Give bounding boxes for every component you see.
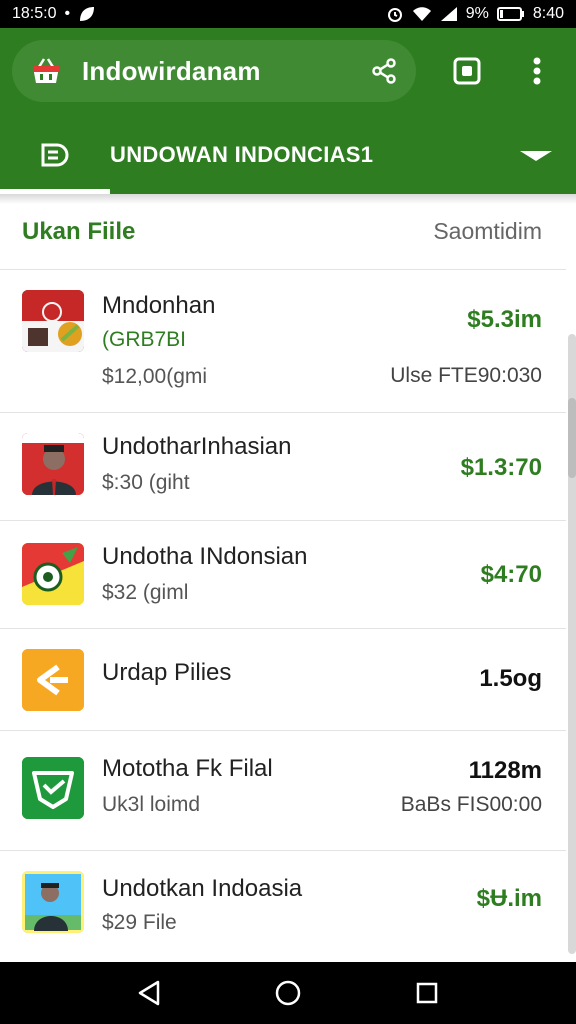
dropdown-icon	[520, 151, 552, 161]
title-bar[interactable]: Indowirdanam	[12, 40, 416, 102]
square-button[interactable]	[451, 55, 483, 87]
item-subtitle: $:30 (giht	[102, 471, 190, 494]
item-name: Undotkan Indoasia	[102, 875, 303, 902]
item-subtitle: $12,00(gmi	[102, 365, 208, 388]
item-name: Undotha INdonsian	[102, 543, 308, 570]
item-meta: BaBs FIS00:00	[400, 793, 542, 816]
more-vert-icon	[533, 57, 541, 85]
item-name: Mndonhan	[102, 292, 216, 319]
flag-food-icon	[22, 290, 84, 352]
item-subtitle: Uk3l loimd	[102, 793, 201, 816]
battery-icon	[496, 7, 524, 21]
item-code: (GRB7BI	[102, 328, 187, 351]
item-price: $Ʉ.im	[476, 885, 542, 912]
home-button[interactable]	[266, 971, 310, 1015]
share-icon[interactable]	[370, 57, 398, 85]
item-name: UndotharInhasian	[102, 433, 292, 460]
square-icon	[453, 57, 481, 85]
list-item[interactable]: Urdap Pilies 1.5og	[0, 629, 566, 731]
list-title: Ukan Fiile	[22, 217, 136, 245]
back-button[interactable]	[127, 971, 171, 1015]
app-title: Indowirdanam	[82, 55, 261, 86]
item-price: $4:70	[480, 561, 542, 588]
lens-logo-icon	[22, 543, 84, 605]
list-item[interactable]: Mototha Fk Filal Uk3l loimd 1128m BaBs F…	[0, 731, 566, 851]
item-meta: Ulse FTE90:030	[390, 364, 542, 387]
item-subtitle: $29 File	[102, 911, 177, 934]
recents-button[interactable]	[405, 971, 449, 1015]
list-item[interactable]: Undotha INdonsian $32 (giml $4:70	[0, 521, 566, 629]
recents-icon	[416, 982, 437, 1004]
item-thumbnail	[22, 433, 84, 495]
item-size: 1128m	[468, 757, 542, 784]
tab-title[interactable]: UNDOWAN INDONCIAS1	[110, 142, 496, 168]
scrollbar[interactable]	[568, 334, 576, 954]
app-header: Indowirdanam UNDOWAN INDONCIAS1	[0, 28, 576, 194]
item-name: Mototha Fk Filal	[102, 755, 273, 782]
file-list[interactable]: Ukan Fiile Saomtidim Mndonhan (GRB7BI $1…	[0, 194, 576, 962]
home-icon	[275, 980, 301, 1006]
tab-list[interactable]	[0, 116, 110, 194]
notification-dot-icon: •	[64, 5, 71, 22]
item-subtitle: $32 (giml	[102, 581, 189, 604]
wifi-icon	[412, 7, 431, 21]
item-name: Urdap Pilies	[102, 659, 232, 686]
tab-row: UNDOWAN INDONCIAS1	[0, 116, 576, 194]
scrollbar-thumb[interactable]	[568, 398, 576, 478]
dropdown-button[interactable]	[496, 116, 576, 194]
status-bar: 18:5:0 • 9% 8:40	[0, 0, 576, 28]
item-thumbnail	[22, 290, 84, 352]
item-thumbnail	[22, 757, 84, 819]
battery-percent: 9%	[465, 5, 489, 22]
alarm-icon	[387, 8, 402, 22]
notification-leaf-icon	[80, 7, 95, 21]
item-thumbnail	[22, 649, 84, 711]
back-icon	[139, 980, 160, 1006]
item-size: 1.5og	[479, 665, 542, 692]
list-item[interactable]: Undotkan Indoasia $29 File $Ʉ.im	[0, 851, 566, 962]
more-options-button[interactable]	[521, 55, 553, 87]
portrait-icon	[22, 871, 84, 933]
list-item[interactable]: UndotharInhasian $:30 (giht $1.3:70	[0, 413, 566, 521]
share-arrow-icon	[22, 649, 84, 711]
tab-list-icon	[41, 143, 69, 167]
item-thumbnail	[22, 871, 84, 933]
system-nav-bar	[0, 962, 576, 1024]
status-time: 18:5:0	[12, 5, 57, 22]
item-price: $5.3im	[467, 306, 542, 333]
sort-label[interactable]: Saomtidim	[433, 218, 542, 245]
shield-check-icon	[22, 757, 84, 819]
item-thumbnail	[22, 543, 84, 605]
list-header: Ukan Fiile Saomtidim	[0, 194, 566, 270]
basket-icon	[33, 58, 59, 83]
item-price: $1.3:70	[460, 454, 542, 481]
person-icon	[22, 433, 84, 495]
signal-icon	[440, 7, 457, 21]
list-item[interactable]: Mndonhan (GRB7BI $12,00(gmi $5.3im Ulse …	[0, 270, 566, 413]
status-time-right: 8:40	[532, 5, 564, 22]
